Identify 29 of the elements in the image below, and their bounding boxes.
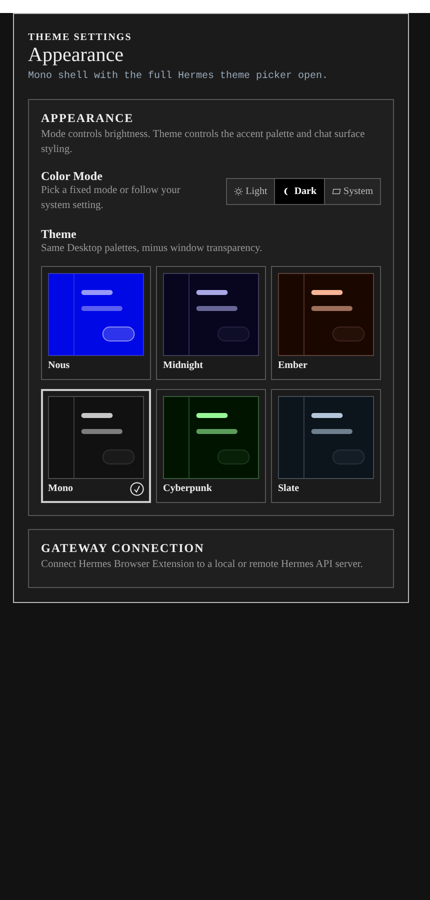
panel-description: Connect Hermes Browser Extension to a local or remote Hermes API server. (41, 558, 364, 572)
theme-name: Slate (278, 483, 300, 494)
theme-name: Nous (48, 360, 70, 372)
mode-option[interactable]: Light (226, 178, 274, 204)
theme-name: Midnight (163, 360, 204, 372)
panel-title: GATEWAY CONNECTION (41, 540, 206, 556)
setting-label: Theme (41, 226, 78, 242)
theme-card[interactable]: Midnight (156, 266, 266, 380)
theme-card[interactable]: Mono (41, 388, 151, 503)
page-subtitle: Mono shell with the full Hermes theme picker open. (28, 71, 330, 82)
panel-title: APPEARANCE (41, 111, 135, 126)
setting-hint: Pick a fixed mode or follow your system setting. (41, 184, 182, 213)
check-icon (130, 482, 144, 496)
theme-card[interactable]: Ember (271, 266, 381, 380)
setting-hint: Same Desktop palettes, minus window transparency. (41, 242, 264, 256)
theme-card[interactable]: Nous (41, 266, 151, 380)
section-eyebrow: THEME SETTINGS (28, 32, 133, 43)
theme-name: Cyberpunk (163, 483, 212, 494)
sun-icon (234, 186, 243, 196)
theme-name: Ember (278, 360, 308, 372)
theme-card[interactable]: Cyberpunk (156, 388, 266, 503)
setting-label: Color Mode (41, 169, 104, 184)
monitor-icon (332, 186, 341, 196)
page-title: Appearance (28, 44, 124, 67)
mode-option[interactable]: Dark (274, 178, 324, 204)
mode-option[interactable]: System (324, 178, 380, 204)
panel-description: Mode controls brightness. Theme controls the accent palette and chat surface styling. (41, 128, 366, 157)
theme-card[interactable]: Slate (271, 388, 381, 503)
theme-name: Mono (48, 483, 73, 494)
